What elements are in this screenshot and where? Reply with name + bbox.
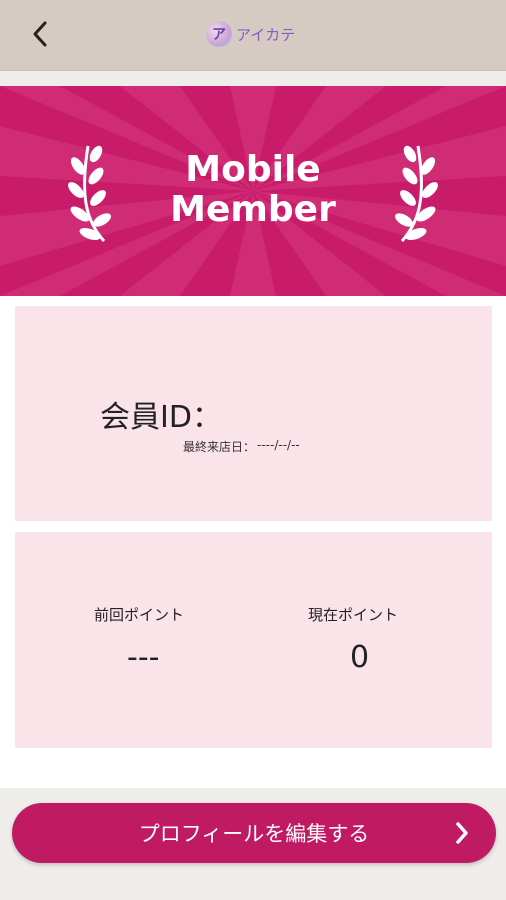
- edit-profile-label: プロフィールを編集する: [138, 822, 370, 846]
- chevron-right-icon: [448, 819, 476, 847]
- last-visit-value: ----/--/--: [257, 438, 300, 452]
- previous-points-value: ---: [127, 640, 160, 675]
- logo-text: アイカテ: [236, 25, 296, 44]
- hero-title: Mobile Member: [0, 150, 506, 230]
- points-card: [15, 532, 492, 748]
- hero-title-line1: Mobile: [185, 149, 321, 190]
- current-points-label: 現在ポイント: [308, 606, 399, 624]
- edit-profile-button[interactable]: プロフィールを編集する: [12, 803, 496, 863]
- member-id-label: 会員ID：: [100, 400, 222, 435]
- app-logo: ア アイカテ: [206, 18, 295, 50]
- current-points-value: 0: [350, 640, 370, 675]
- last-visit-label: 最終来店日：: [183, 440, 256, 454]
- member-info-card: [15, 306, 492, 521]
- chevron-left-icon: [33, 21, 47, 47]
- hero-title-line2: Member: [170, 189, 336, 230]
- back-button[interactable]: [22, 16, 58, 52]
- top-app-bar: ア アイカテ: [0, 0, 506, 71]
- last-visit: 最終来店日： ----/--/--: [183, 438, 300, 455]
- logo-mark-icon: ア: [206, 21, 232, 47]
- previous-points-label: 前回ポイント: [94, 606, 185, 624]
